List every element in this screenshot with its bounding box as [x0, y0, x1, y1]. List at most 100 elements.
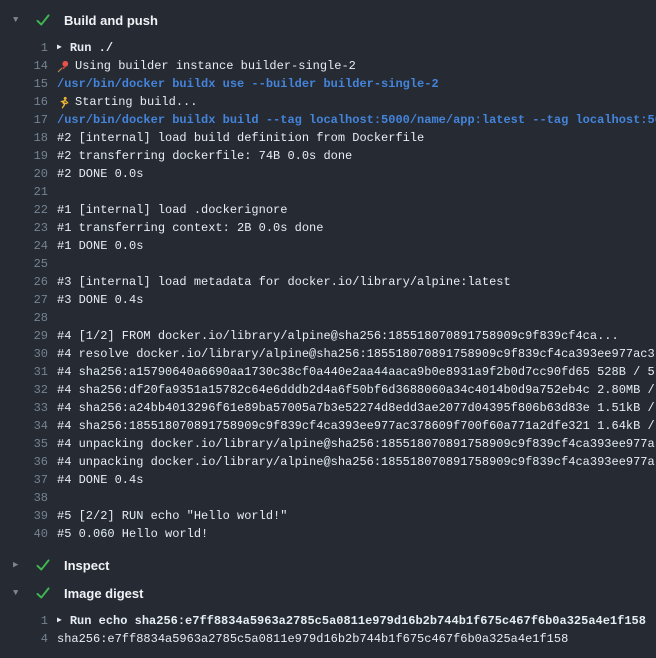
- line-text: #4 sha256:185518070891758909c9f839cf4ca3…: [57, 419, 656, 433]
- line-content: #2 DONE 0.0s: [57, 167, 143, 181]
- log-line: 37 #4 DONE 0.4s: [0, 471, 656, 489]
- line-content: Run echo sha256:e7ff8834a5963a2785c5a081…: [70, 614, 646, 628]
- line-content: /usr/bin/docker buildx build --tag local…: [57, 113, 656, 127]
- check-icon: [36, 559, 52, 571]
- line-content: #4 resolve docker.io/library/alpine@sha2…: [57, 347, 655, 361]
- play-icon[interactable]: ▶: [57, 617, 62, 625]
- log-line: 25: [0, 255, 656, 273]
- line-content: #1 [internal] load .dockerignore: [57, 203, 287, 217]
- line-content: #4 sha256:a24bb4013296f61e89ba57005a7b3e…: [57, 401, 655, 415]
- line-text: #4 resolve docker.io/library/alpine@sha2…: [57, 347, 656, 361]
- chevron-down-icon[interactable]: ▼: [13, 16, 28, 25]
- log-line: 19 #2 transferring dockerfile: 74B 0.0s d…: [0, 147, 656, 165]
- line-number[interactable]: 1: [0, 41, 48, 55]
- line-number[interactable]: 31: [0, 365, 48, 379]
- line-text: ▶ Run echo sha256:e7ff8834a5963a2785c5a08…: [57, 614, 656, 628]
- line-text: #1 DONE 0.0s: [57, 239, 656, 253]
- line-number[interactable]: 35: [0, 437, 48, 451]
- log-line: 38: [0, 489, 656, 507]
- section-header-image-digest[interactable]: ▼Image digest: [0, 579, 656, 607]
- section-image-digest: ▼Image digest 1 ▶ Run echo sha256:e7ff8834a…: [0, 579, 656, 648]
- line-text: #4 unpacking docker.io/library/alpine@sh…: [57, 455, 656, 469]
- line-number[interactable]: 34: [0, 419, 48, 433]
- line-number[interactable]: 17: [0, 113, 48, 127]
- line-number[interactable]: 24: [0, 239, 48, 253]
- line-number[interactable]: 30: [0, 347, 48, 361]
- log-line: 18 #2 [internal] load build definition fr…: [0, 129, 656, 147]
- log-line: 17/usr/bin/docker buildx build --tag loc…: [0, 111, 656, 129]
- section-log-lines: 1 ▶ Run ./ 14 Using builder instance builder…: [0, 39, 656, 543]
- line-number[interactable]: 15: [0, 77, 48, 91]
- line-content: #3 DONE 0.4s: [57, 293, 143, 307]
- log-line: 14 Using builder instance builder-single-…: [0, 57, 656, 75]
- play-icon[interactable]: ▶: [57, 44, 62, 52]
- line-number[interactable]: 23: [0, 221, 48, 235]
- line-text: sha256:e7ff8834a5963a2785c5a0811e979d16b…: [57, 632, 656, 646]
- line-content: #3 [internal] load metadata for docker.i…: [57, 275, 511, 289]
- line-number[interactable]: 39: [0, 509, 48, 523]
- line-text: ▶ Run ./: [57, 41, 656, 55]
- log-line: 1 ▶ Run echo sha256:e7ff8834a5963a2785c5a0…: [0, 612, 656, 630]
- line-content: Run ./: [70, 41, 113, 55]
- chevron-right-icon[interactable]: ▶: [13, 561, 28, 570]
- line-number[interactable]: 22: [0, 203, 48, 217]
- line-text: #1 [internal] load .dockerignore: [57, 203, 656, 217]
- log-line: 4 sha256:e7ff8834a5963a2785c5a0811e979d16…: [0, 630, 656, 648]
- chevron-down-icon[interactable]: ▼: [13, 589, 28, 598]
- line-text: #4 sha256:a24bb4013296f61e89ba57005a7b3e…: [57, 401, 656, 415]
- line-text: Using builder instance builder-single-2: [57, 59, 656, 73]
- log-line: 1 ▶ Run ./: [0, 39, 656, 57]
- log-line: 39#5 [2/2] RUN echo "Hello world!": [0, 507, 656, 525]
- line-number[interactable]: 38: [0, 491, 48, 505]
- line-number[interactable]: 33: [0, 401, 48, 415]
- line-content: #4 sha256:a15790640a6690aa1730c38cf0a440…: [57, 365, 655, 379]
- line-number[interactable]: 29: [0, 329, 48, 343]
- line-text: #4 [1/2] FROM docker.io/library/alpine@s…: [57, 329, 656, 343]
- line-content: Using builder instance builder-single-2: [75, 59, 356, 73]
- section-title: Inspect: [64, 558, 110, 573]
- line-content: #4 unpacking docker.io/library/alpine@sh…: [57, 437, 655, 451]
- line-number[interactable]: 1: [0, 614, 48, 628]
- log-line: 32#4 sha256:df20fa9351a15782c64e6dddb2d4…: [0, 381, 656, 399]
- line-number[interactable]: 21: [0, 185, 48, 199]
- line-number[interactable]: 20: [0, 167, 48, 181]
- log-line: 31 #4 sha256:a15790640a6690aa1730c38cf0a4…: [0, 363, 656, 381]
- log-line: 35 #4 unpacking docker.io/library/alpine@…: [0, 435, 656, 453]
- log-line: 23 #1 transferring context: 2B 0.0s done: [0, 219, 656, 237]
- line-number[interactable]: 27: [0, 293, 48, 307]
- line-number[interactable]: 4: [0, 632, 48, 646]
- line-content: #4 DONE 0.4s: [57, 473, 143, 487]
- line-number[interactable]: 36: [0, 455, 48, 469]
- line-number[interactable]: 16: [0, 95, 48, 109]
- line-content: #4 sha256:185518070891758909c9f839cf4ca3…: [57, 419, 655, 433]
- line-text: #4 unpacking docker.io/library/alpine@sh…: [57, 437, 656, 451]
- line-text: #4 sha256:a15790640a6690aa1730c38cf0a440…: [57, 365, 656, 379]
- line-text: #4 DONE 0.4s: [57, 473, 656, 487]
- line-number[interactable]: 37: [0, 473, 48, 487]
- line-number[interactable]: 14: [0, 59, 48, 73]
- line-content: #4 [1/2] FROM docker.io/library/alpine@s…: [57, 329, 619, 343]
- section-header-inspect[interactable]: ▶ Inspect: [0, 551, 656, 579]
- line-content: #4 unpacking docker.io/library/alpine@sh…: [57, 455, 655, 469]
- line-number[interactable]: 26: [0, 275, 48, 289]
- line-text: #2 [internal] load build definition from…: [57, 131, 656, 145]
- log-line: 16Starting build...: [0, 93, 656, 111]
- runner-icon: [57, 96, 75, 109]
- log-line: 40#5 0.060 Hello world!: [0, 525, 656, 543]
- section-inspect: ▶ Inspect: [0, 551, 656, 579]
- line-number[interactable]: 28: [0, 311, 48, 325]
- pushpin-icon: [57, 60, 75, 73]
- line-text: #1 transferring context: 2B 0.0s done: [57, 221, 656, 235]
- line-content: /usr/bin/docker buildx use --builder bui…: [57, 77, 439, 91]
- line-number[interactable]: 18: [0, 131, 48, 145]
- log-line: 21: [0, 183, 656, 201]
- line-number[interactable]: 40: [0, 527, 48, 541]
- line-content: #1 DONE 0.0s: [57, 239, 143, 253]
- log-line: 27 #3 DONE 0.4s: [0, 291, 656, 309]
- line-text: #2 transferring dockerfile: 74B 0.0s don…: [57, 149, 656, 163]
- section-header-build-and-push[interactable]: ▼ Build and push: [0, 6, 656, 34]
- line-number[interactable]: 32: [0, 383, 48, 397]
- line-number[interactable]: 25: [0, 257, 48, 271]
- line-number[interactable]: 19: [0, 149, 48, 163]
- section-title: Build and push: [64, 13, 158, 28]
